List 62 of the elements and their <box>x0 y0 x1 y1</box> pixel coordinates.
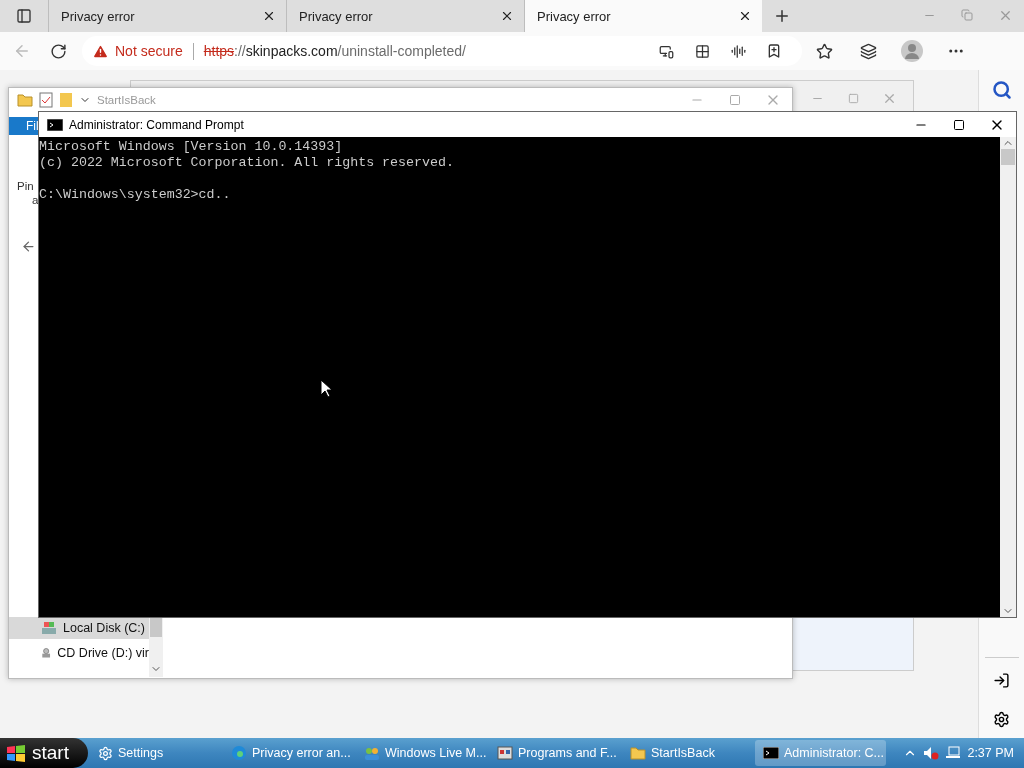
collections-icon[interactable] <box>859 42 877 60</box>
folder-icon <box>17 92 33 108</box>
browser-icon <box>231 745 247 761</box>
browser-tab[interactable]: Privacy error <box>524 0 762 32</box>
refresh-icon[interactable] <box>49 42 67 60</box>
network-icon[interactable] <box>945 746 962 760</box>
close-icon[interactable] <box>262 9 276 23</box>
address-bar[interactable]: Not secure https://skinpacks.com/uninstall-completed/ <box>82 36 802 66</box>
tab-title: Privacy error <box>61 8 135 24</box>
tab-title: Privacy error <box>299 8 373 24</box>
add-favorite-icon[interactable] <box>766 43 782 59</box>
new-tab-icon[interactable] <box>773 7 791 25</box>
taskbar-item[interactable]: Windows Live M... <box>356 740 487 766</box>
back-icon[interactable] <box>21 239 36 254</box>
console-icon <box>47 118 63 131</box>
start-button[interactable]: start <box>0 738 88 768</box>
speaker-muted-icon[interactable] <box>923 746 940 760</box>
windows-logo-icon <box>6 744 26 762</box>
read-aloud-icon[interactable] <box>730 43 746 59</box>
console-line: (c) 2022 Microsoft Corporation. All rights reserved. <box>39 155 455 171</box>
ribbon-label: Pin <box>17 180 34 192</box>
address-url: https://skinpacks.com/uninstall-completed/ <box>203 43 466 59</box>
close-icon[interactable] <box>738 9 752 23</box>
console-line: Microsoft Windows [Version 10.0.14393] <box>39 139 344 155</box>
people-icon <box>364 745 380 761</box>
scroll-thumb[interactable] <box>150 617 162 637</box>
taskbar-item[interactable]: Privacy error an... <box>223 740 354 766</box>
window-title: StartIsBack <box>97 94 156 106</box>
properties-icon[interactable] <box>39 92 53 108</box>
scrollbar[interactable] <box>1000 137 1016 617</box>
maximize-icon[interactable] <box>953 118 965 131</box>
console-icon <box>763 747 779 759</box>
drive-icon <box>41 620 57 636</box>
programs-icon <box>497 745 513 761</box>
nav-item[interactable]: Local Disk (C:) <box>9 617 149 639</box>
warning-icon <box>92 42 109 60</box>
grid-icon[interactable] <box>694 43 710 59</box>
panel-icon[interactable] <box>993 672 1010 689</box>
close-icon[interactable] <box>500 9 514 23</box>
ribbon-label: a <box>32 194 39 206</box>
scrollbar[interactable] <box>149 617 163 677</box>
nav-item[interactable]: CD Drive (D:) vir <box>9 642 149 664</box>
device-icon[interactable] <box>658 43 674 59</box>
console-prompt: C:\Windows\system32>cd.. <box>39 187 232 203</box>
taskbar-item[interactable]: Settings <box>90 740 221 766</box>
taskbar-item[interactable]: StartIsBack <box>622 740 753 766</box>
favorites-icon[interactable] <box>815 42 833 60</box>
settings-icon[interactable] <box>993 711 1010 728</box>
gear-icon <box>98 745 113 761</box>
security-status[interactable]: Not secure <box>115 43 183 59</box>
cd-drive-icon <box>41 645 52 661</box>
avatar-icon[interactable] <box>901 40 923 62</box>
folder-icon <box>630 745 646 761</box>
scroll-thumb[interactable] <box>1001 149 1015 165</box>
pointer-icon <box>320 379 332 398</box>
clock[interactable]: 2:37 PM <box>967 746 1014 760</box>
tab-title: Privacy error <box>537 8 611 24</box>
search-icon[interactable] <box>991 80 1012 100</box>
taskbar-item[interactable]: Programs and F... <box>489 740 620 766</box>
tab-actions-icon[interactable] <box>16 8 32 24</box>
ribbon-tab[interactable]: Fil <box>9 117 39 135</box>
window-title: Administrator: Command Prompt <box>69 117 244 132</box>
